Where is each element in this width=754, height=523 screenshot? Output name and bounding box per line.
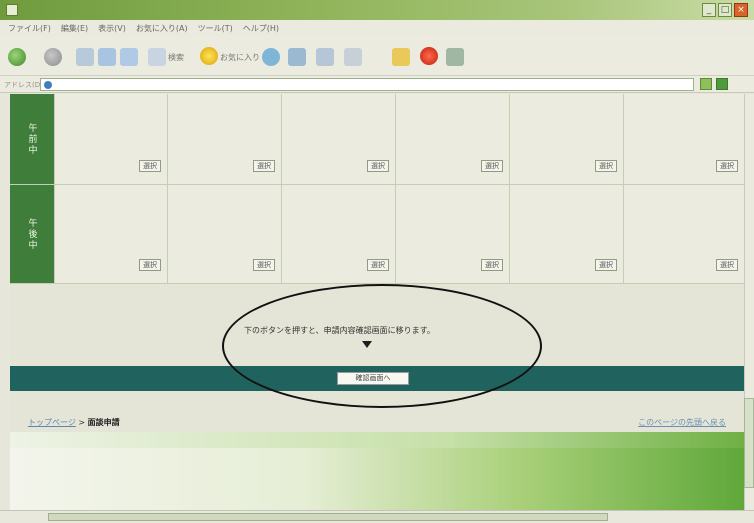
favorites-star-icon[interactable]	[200, 47, 218, 65]
menu-view[interactable]: 表示(V)	[98, 23, 126, 34]
row-label-morning: 午前中	[10, 94, 54, 184]
breadcrumb-separator: >	[75, 418, 88, 427]
address-input[interactable]	[40, 78, 694, 91]
select-button[interactable]: 選択	[253, 259, 275, 271]
search-label[interactable]: 検索	[168, 52, 184, 63]
select-button[interactable]: 選択	[367, 160, 389, 172]
back-icon[interactable]	[8, 48, 26, 66]
address-bar: アドレス(D)	[0, 76, 754, 93]
select-button[interactable]: 選択	[253, 160, 275, 172]
page-footer	[10, 432, 744, 510]
schedule-row-afternoon: 午後中 選択 選択 選択 選択 選択 選択	[10, 185, 744, 284]
schedule-cell: 選択	[281, 94, 395, 184]
row-label-text: 午後中	[26, 217, 37, 251]
breadcrumb-current: 面談申請	[87, 418, 120, 427]
select-button[interactable]: 選択	[139, 160, 161, 172]
minimize-button[interactable]: _	[702, 3, 716, 17]
go-button[interactable]	[700, 78, 712, 90]
menu-file[interactable]: ファイル(F)	[8, 23, 51, 34]
page-globe-icon	[44, 81, 52, 89]
address-label: アドレス(D)	[4, 81, 43, 89]
schedule-cell: 選択	[509, 94, 623, 184]
close-button[interactable]: ×	[734, 3, 748, 17]
menu-bar: ファイル(F) 編集(E) 表示(V) お気に入り(A) ツール(T) ヘルプ(…	[0, 20, 754, 36]
highlight-ellipse	[222, 284, 542, 408]
media-icon[interactable]	[262, 48, 280, 66]
select-button[interactable]: 選択	[367, 259, 389, 271]
select-button[interactable]: 選択	[716, 259, 738, 271]
schedule-cell: 選択	[167, 94, 281, 184]
schedule-cell: 選択	[395, 94, 509, 184]
history-icon[interactable]	[288, 48, 306, 66]
home-icon[interactable]	[120, 48, 138, 66]
title-bar: _ □ ×	[0, 0, 754, 20]
breadcrumb: トップページ > 面談申請	[28, 417, 120, 428]
footer-band	[10, 432, 744, 448]
menu-edit[interactable]: 編集(E)	[61, 23, 88, 34]
schedule-cell: 選択	[509, 185, 623, 283]
forward-icon[interactable]	[44, 48, 62, 66]
schedule-row-morning: 午前中 選択 選択 選択 選択 選択 選択	[10, 94, 744, 185]
schedule-cell: 選択	[281, 185, 395, 283]
schedule-cell: 選択	[623, 185, 744, 283]
select-button[interactable]: 選択	[595, 259, 617, 271]
extension-icon[interactable]	[446, 48, 464, 66]
vertical-scroll-thumb[interactable]	[744, 398, 754, 488]
window-controls: _ □ ×	[702, 3, 748, 17]
select-button[interactable]: 選択	[139, 259, 161, 271]
print-icon[interactable]	[344, 48, 362, 66]
search-icon[interactable]	[148, 48, 166, 66]
page-content: 午前中 選択 選択 選択 選択 選択 選択 午後中 選択 選択 選択 選択 選択…	[10, 94, 744, 510]
browser-window: _ □ × ファイル(F) 編集(E) 表示(V) お気に入り(A) ツール(T…	[0, 0, 754, 523]
row-label-afternoon: 午後中	[10, 185, 54, 283]
horizontal-scrollbar[interactable]	[0, 510, 754, 523]
folder-icon[interactable]	[392, 48, 410, 66]
browser-toolbar: 検索 お気に入り	[0, 36, 754, 76]
stop-sign-icon[interactable]	[420, 47, 438, 65]
browser-app-icon	[6, 4, 18, 16]
select-button[interactable]: 選択	[595, 160, 617, 172]
schedule-cell: 選択	[623, 94, 744, 184]
menu-tools[interactable]: ツール(T)	[198, 23, 233, 34]
breadcrumb-top-link[interactable]: トップページ	[28, 418, 76, 427]
select-button[interactable]: 選択	[481, 259, 503, 271]
schedule-cell: 選択	[395, 185, 509, 283]
mail-icon[interactable]	[316, 48, 334, 66]
stop-icon[interactable]	[76, 48, 94, 66]
schedule-cell: 選択	[54, 94, 167, 184]
select-button[interactable]: 選択	[716, 160, 738, 172]
horizontal-scroll-thumb[interactable]	[48, 513, 608, 521]
maximize-button[interactable]: □	[718, 3, 732, 17]
menu-help[interactable]: ヘルプ(H)	[243, 23, 279, 34]
schedule-cell: 選択	[167, 185, 281, 283]
select-button[interactable]: 選択	[481, 160, 503, 172]
links-button[interactable]	[716, 78, 728, 90]
refresh-icon[interactable]	[98, 48, 116, 66]
favorites-label[interactable]: お気に入り	[220, 52, 260, 63]
back-to-top-link[interactable]: このページの先頭へ戻る	[638, 417, 726, 428]
row-label-text: 午前中	[26, 122, 37, 156]
menu-favorites[interactable]: お気に入り(A)	[136, 23, 188, 34]
schedule-cell: 選択	[54, 185, 167, 283]
